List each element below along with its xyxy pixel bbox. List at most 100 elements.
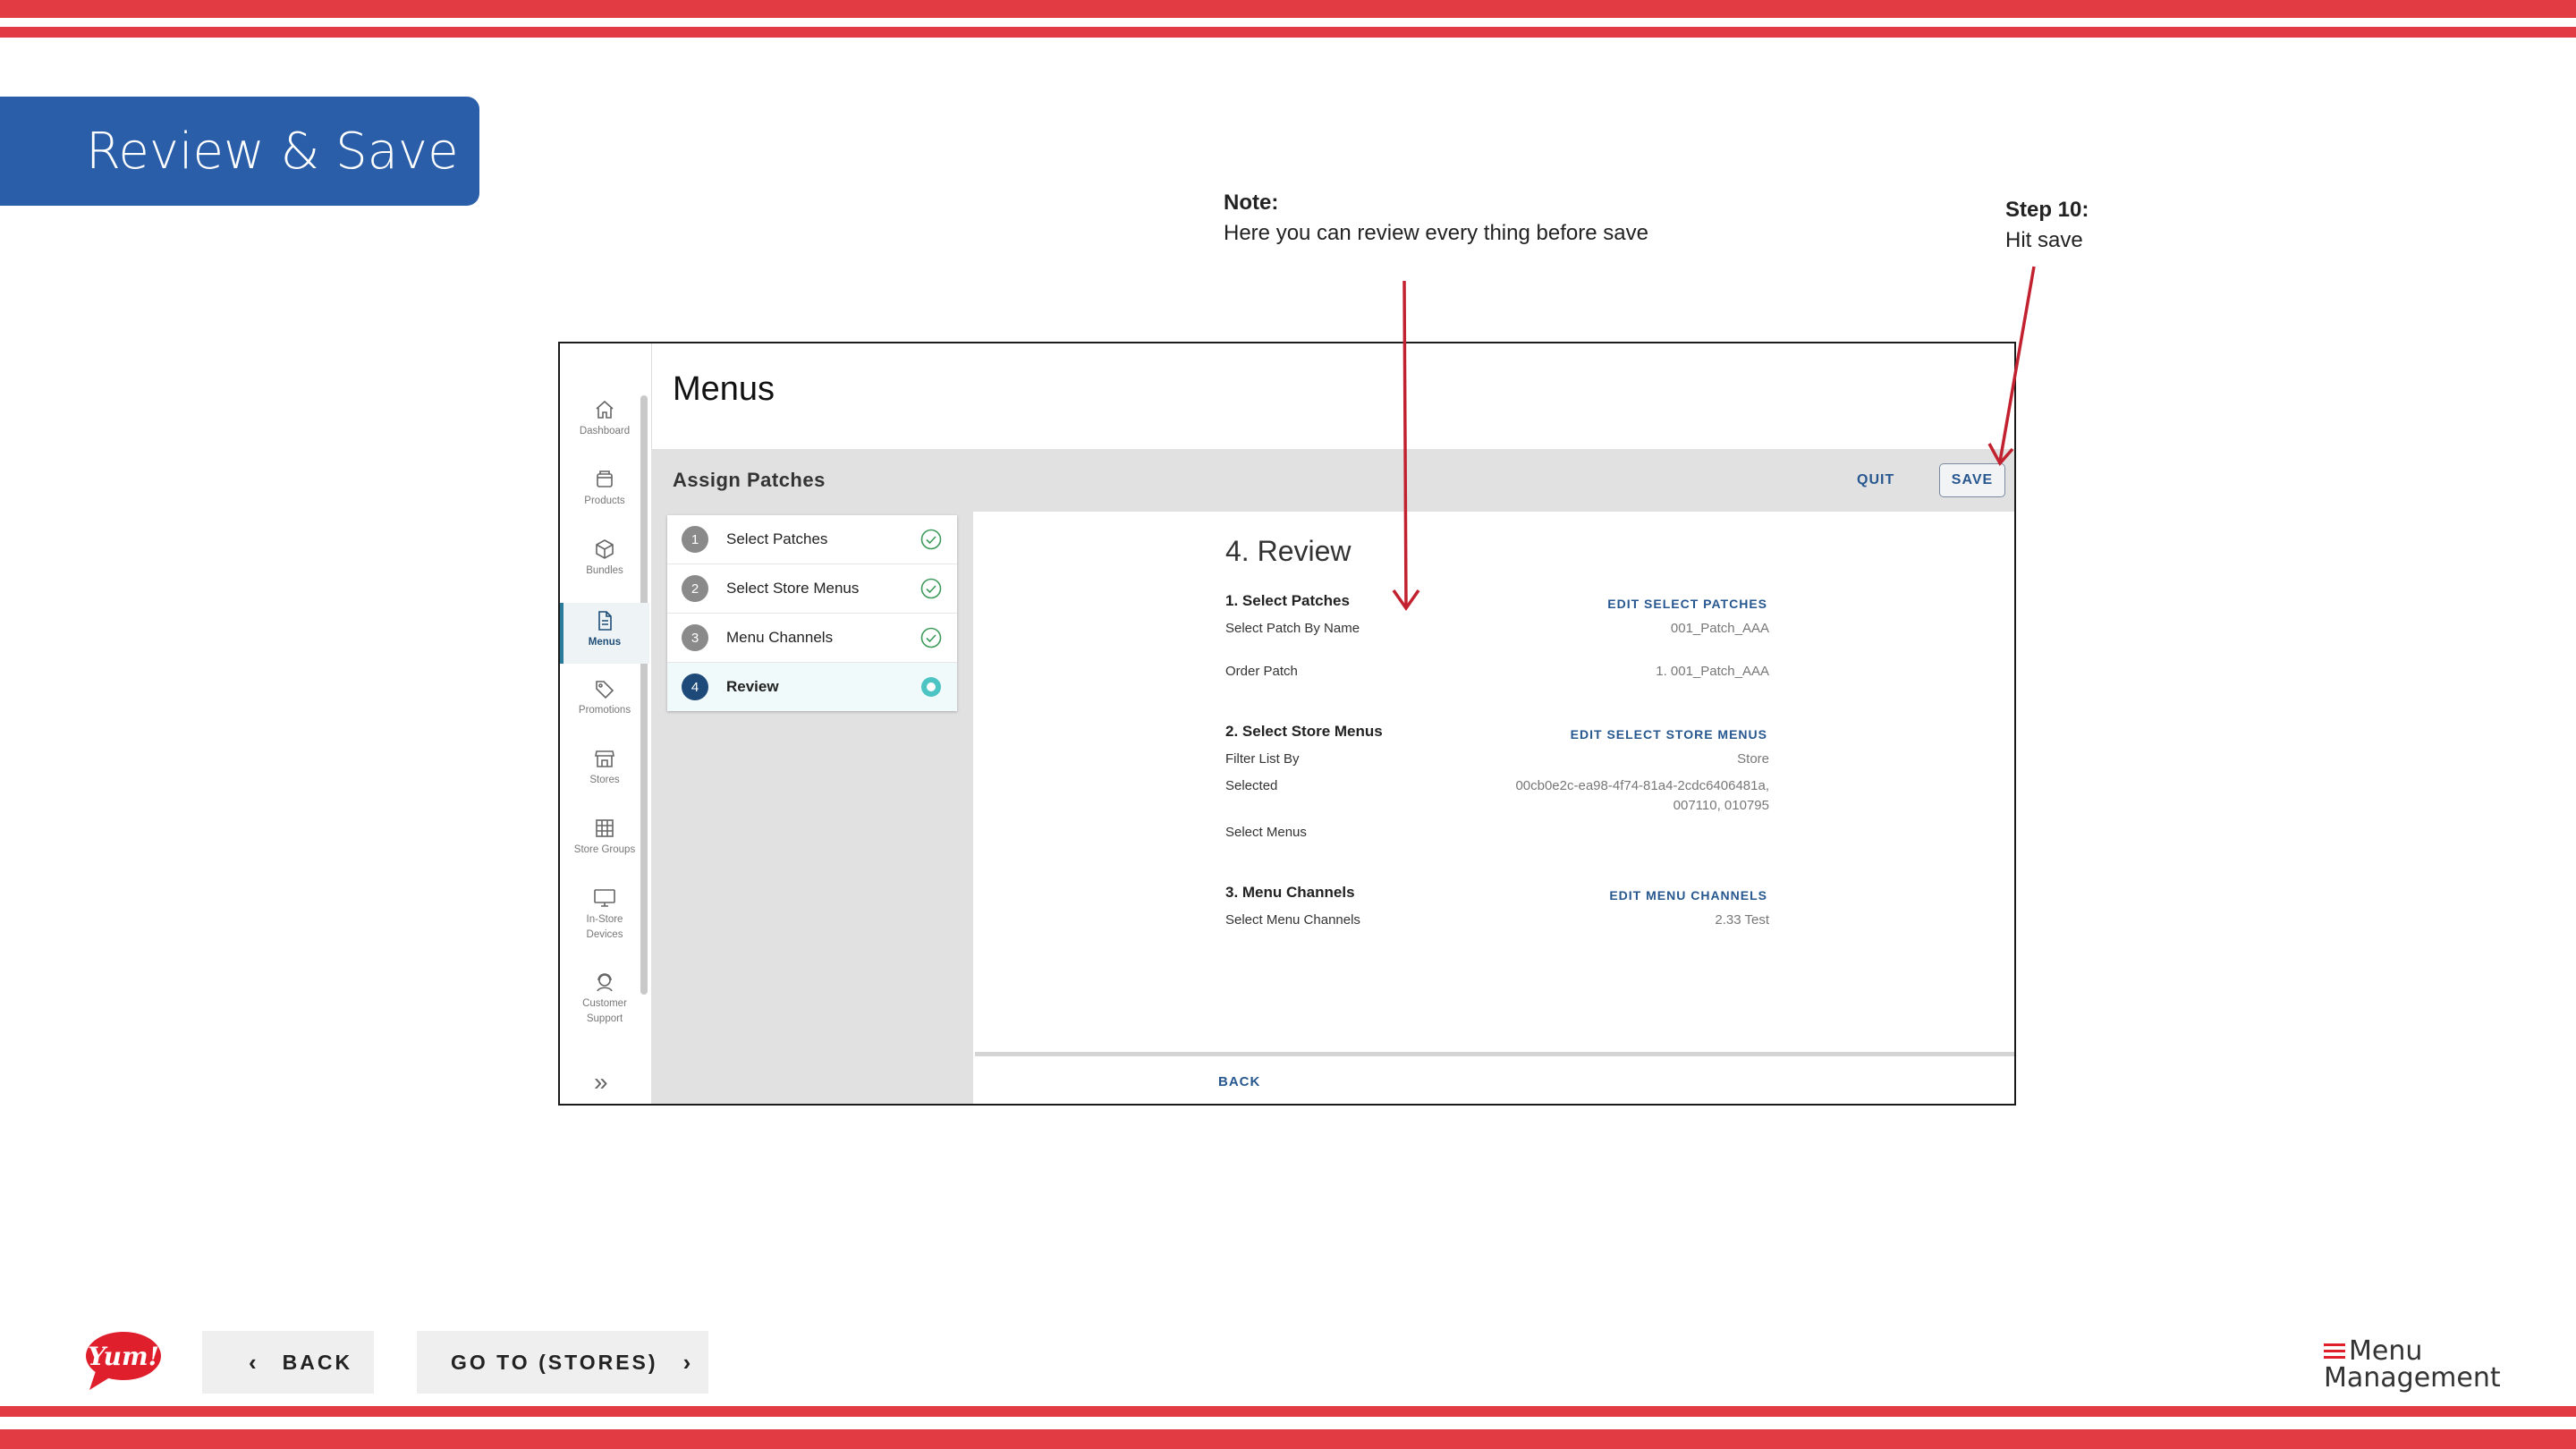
- store-icon: [595, 750, 614, 767]
- section-title: Assign Patches: [673, 469, 826, 491]
- top-stripe-thin: [0, 27, 2576, 38]
- bottom-stripe-thick: [0, 1429, 2576, 1449]
- chevron-right-icon: ›: [682, 1348, 694, 1376]
- rail-label-line2: Support: [586, 1013, 623, 1024]
- rail-item-stores[interactable]: Stores: [560, 748, 649, 801]
- rail-label: Store Groups: [573, 844, 636, 855]
- step-label: Menu Channels: [726, 629, 834, 646]
- rail-label: Bundles: [586, 565, 623, 576]
- top-stripe-thick: [0, 0, 2576, 18]
- step-annotation: Step 10: Hit save: [2005, 195, 2089, 256]
- slide-back-label: BACK: [282, 1350, 353, 1374]
- rail-item-customer-support[interactable]: Customer Support: [560, 971, 649, 1043]
- review-title: 4. Review: [1225, 535, 1352, 567]
- rail-item-dashboard[interactable]: Dashboard: [560, 399, 649, 453]
- step-select-patches[interactable]: 1 Select Patches: [667, 515, 957, 564]
- app-screenshot: Dashboard Products Bundles Menus Promoti…: [558, 342, 2016, 1106]
- check-circle-icon: [920, 627, 942, 648]
- section-heading: 1. Select Patches: [1225, 592, 1350, 609]
- stepper-panel: 1 Select Patches 2 Select Store Menus 3 …: [651, 512, 973, 1104]
- home-icon: [596, 400, 614, 419]
- review-footer: BACK: [975, 1052, 2014, 1104]
- rail-item-bundles[interactable]: Bundles: [560, 538, 649, 592]
- edit-select-patches-link[interactable]: EDIT SELECT PATCHES: [1607, 597, 1767, 611]
- review-row-label: Select Menu Channels: [1225, 912, 1360, 928]
- review-row-label: Order Patch: [1225, 664, 1298, 679]
- step-label: Select Store Menus: [726, 580, 860, 597]
- yum-logo: Yum!: [82, 1329, 163, 1398]
- step-label: Select Patches: [726, 530, 828, 547]
- rail-item-store-groups[interactable]: Store Groups: [560, 818, 649, 871]
- go-to-stores-button[interactable]: GO TO (STORES) ›: [417, 1331, 708, 1394]
- menu-management-logo: Menu Management: [2324, 1338, 2501, 1392]
- check-circle-icon: [920, 578, 942, 599]
- monitor-icon: [594, 889, 615, 907]
- current-step-dot-icon: [921, 677, 941, 697]
- review-back-button[interactable]: BACK: [1218, 1074, 1260, 1089]
- quit-button[interactable]: QUIT: [1850, 467, 1902, 494]
- rail-label-line1: In-Store: [586, 914, 623, 925]
- page-title: Menus: [673, 370, 775, 408]
- review-row-value: 1. 001_Patch_AAA: [1656, 664, 1769, 679]
- section-heading: 2. Select Store Menus: [1225, 723, 1383, 740]
- rail-label: Products: [584, 496, 625, 506]
- support-icon: [597, 973, 613, 992]
- review-row-label: Selected: [1225, 778, 1278, 793]
- step-number: 3: [682, 624, 708, 651]
- slide-title-tab: Review & Save: [0, 97, 479, 206]
- rail-label: Stores: [589, 775, 620, 785]
- box-icon: [597, 470, 613, 487]
- rail-label: Dashboard: [579, 426, 631, 436]
- chevron-left-icon: ‹: [249, 1348, 259, 1376]
- yum-logo-text: Yum!: [88, 1342, 159, 1371]
- bottom-stripe-thin: [0, 1406, 2576, 1417]
- review-panel: 4. Review 1. Select Patches EDIT SELECT …: [975, 512, 2014, 1052]
- note-heading: Note:: [1224, 191, 1279, 215]
- note-annotation: Note: Here you can review every thing be…: [1224, 188, 1648, 249]
- section-heading: 3. Menu Channels: [1225, 884, 1355, 901]
- step-number: 1: [682, 526, 708, 553]
- edit-menu-channels-link[interactable]: EDIT MENU CHANNELS: [1609, 888, 1767, 902]
- step-label: Review: [726, 678, 779, 695]
- cube-icon: [596, 539, 614, 559]
- review-row-value-line1: 00cb0e2c-ea98-4f74-81a4-2cdc6406481a,: [1515, 778, 1769, 793]
- step-number: 2: [682, 575, 708, 602]
- review-row-value: 001_Patch_AAA: [1670, 621, 1769, 636]
- logo-line2: Management: [2324, 1362, 2501, 1394]
- rail-item-in-store-devices[interactable]: In-Store Devices: [560, 887, 649, 959]
- review-row-label: Select Patch By Name: [1225, 621, 1360, 636]
- tag-icon: [596, 681, 614, 699]
- check-circle-icon: [920, 529, 942, 550]
- go-to-stores-label: GO TO (STORES): [451, 1350, 658, 1374]
- logo-line1: Menu: [2349, 1335, 2423, 1367]
- review-row-value-line2: 007110, 010795: [1673, 798, 1769, 813]
- step-select-store-menus[interactable]: 2 Select Store Menus: [667, 564, 957, 614]
- rail-item-promotions[interactable]: Promotions: [560, 678, 649, 732]
- rail-item-products[interactable]: Products: [560, 469, 649, 522]
- review-row-value: 2.33 Test: [1715, 912, 1769, 928]
- step-heading: Step 10:: [2005, 198, 2089, 222]
- double-chevron-right-icon[interactable]: »: [594, 1068, 608, 1097]
- menu-lines-icon: [2324, 1343, 2345, 1359]
- review-row-label: Filter List By: [1225, 751, 1300, 767]
- rail-label-line2: Devices: [586, 929, 623, 940]
- slide-back-button[interactable]: ‹ BACK: [202, 1331, 374, 1394]
- rail-label: Promotions: [578, 705, 631, 716]
- step-number: 4: [682, 674, 708, 700]
- note-text: Here you can review every thing before s…: [1224, 221, 1648, 245]
- rail-item-menus[interactable]: Menus: [560, 603, 649, 664]
- nav-rail: Dashboard Products Bundles Menus Promoti…: [560, 343, 652, 1104]
- assign-patches-header: Assign Patches QUIT SAVE: [651, 449, 2014, 512]
- review-row-label: Select Menus: [1225, 825, 1307, 840]
- document-icon: [598, 611, 612, 631]
- edit-select-store-menus-link[interactable]: EDIT SELECT STORE MENUS: [1571, 727, 1767, 741]
- step-menu-channels[interactable]: 3 Menu Channels: [667, 614, 957, 663]
- step-review[interactable]: 4 Review: [667, 663, 957, 711]
- rail-label-line1: Customer: [582, 998, 627, 1009]
- step-text: Hit save: [2005, 228, 2083, 252]
- save-button[interactable]: SAVE: [1939, 463, 2005, 497]
- stepper: 1 Select Patches 2 Select Store Menus 3 …: [667, 515, 957, 711]
- review-row-value: Store: [1737, 751, 1769, 767]
- grid-icon: [596, 819, 614, 837]
- rail-label: Menus: [588, 637, 622, 648]
